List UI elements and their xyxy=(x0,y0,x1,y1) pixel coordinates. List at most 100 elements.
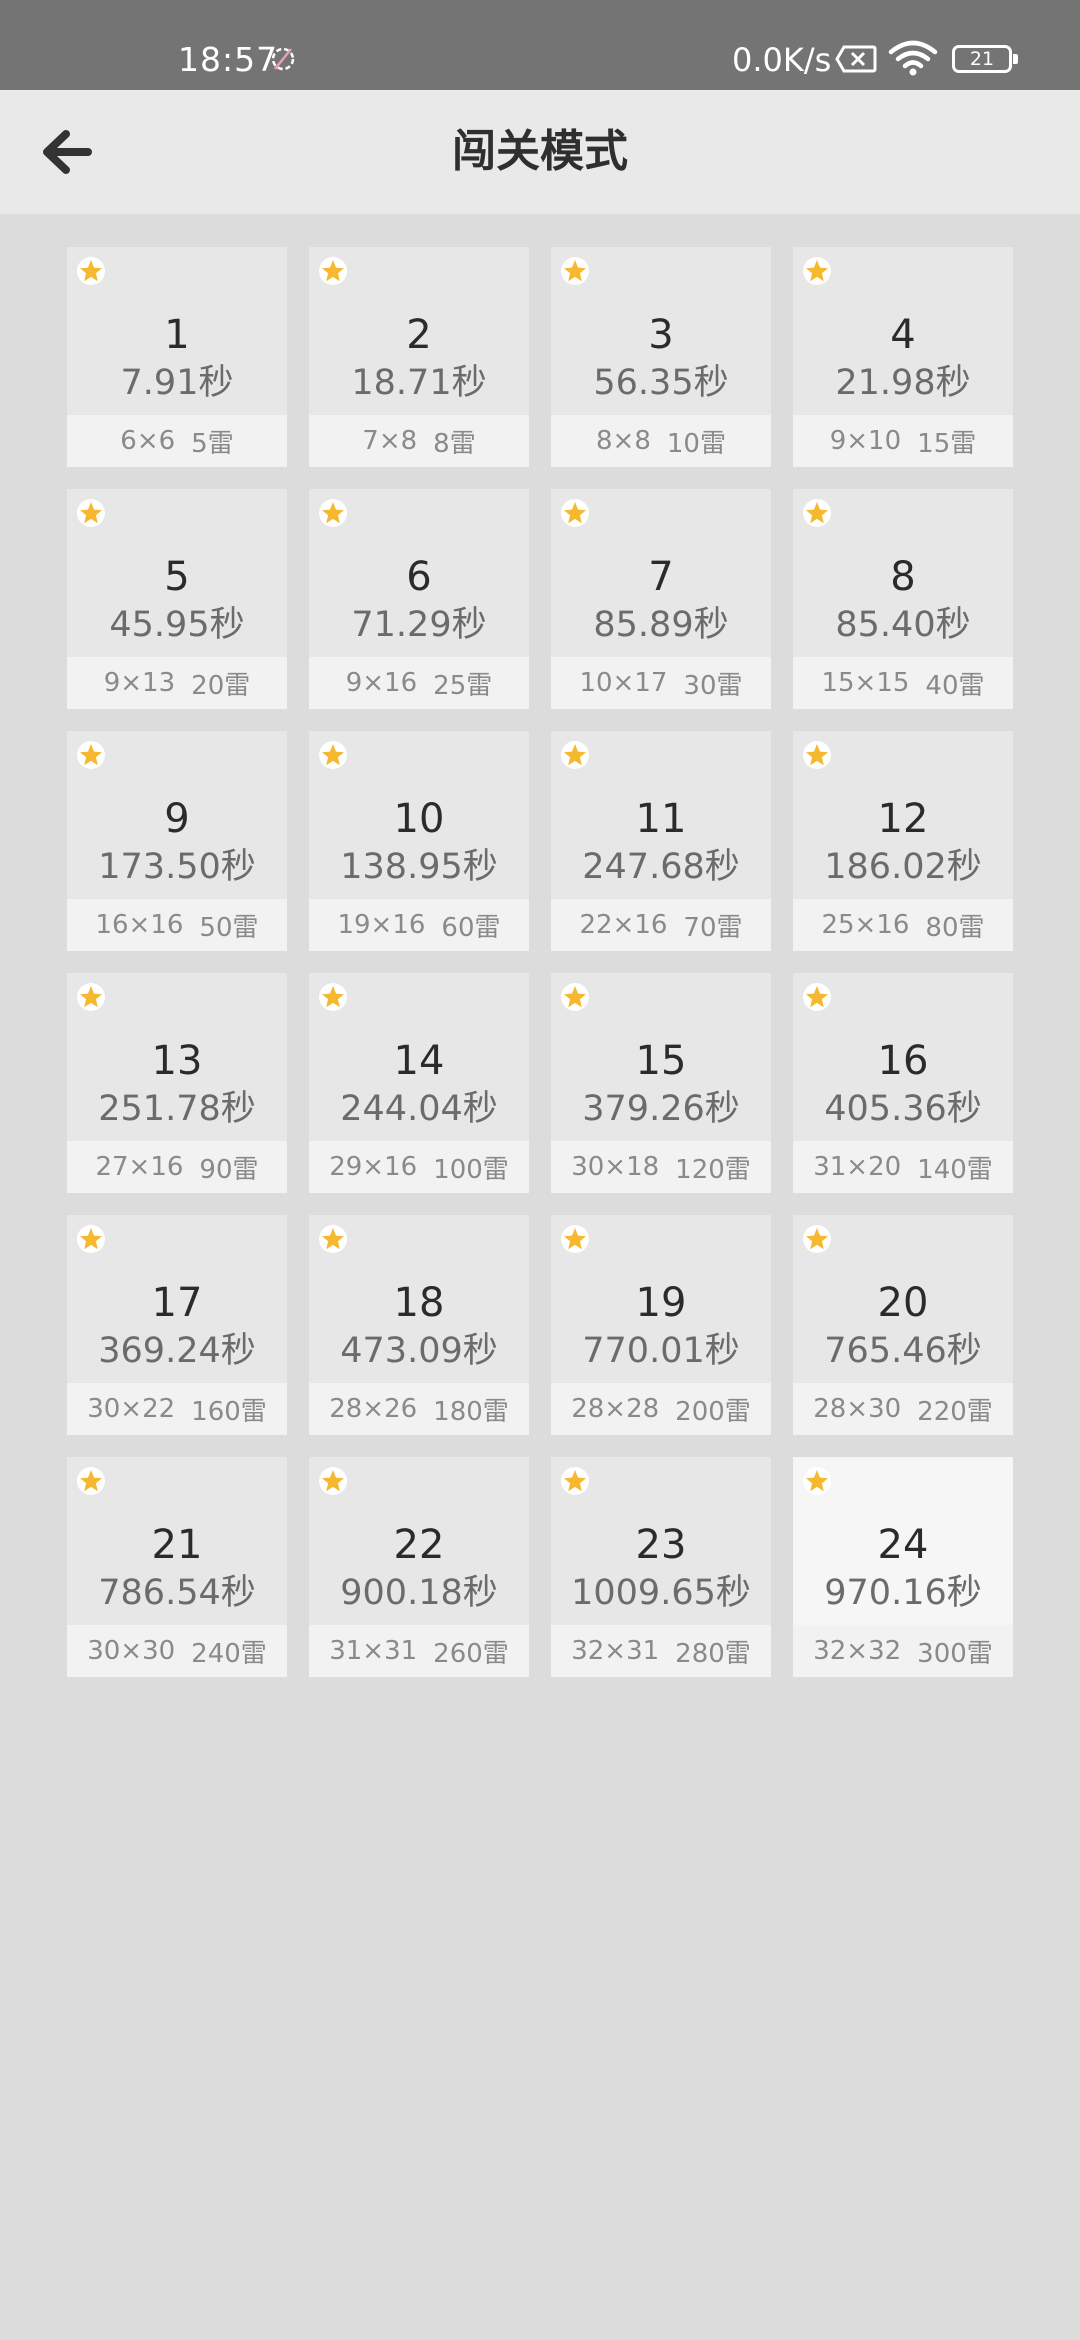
star-icon xyxy=(803,1467,831,1495)
level-card[interactable]: 6 71.29秒 9×16 25雷 xyxy=(309,489,529,709)
mine-count: 260雷 xyxy=(433,1638,509,1669)
star-icon xyxy=(77,1225,105,1253)
star-icon xyxy=(561,499,589,527)
level-number: 14 xyxy=(393,1038,445,1084)
board-size: 9×13 xyxy=(103,668,176,698)
level-card[interactable]: 11 247.68秒 22×16 70雷 xyxy=(551,731,771,951)
best-time: 970.16秒 xyxy=(824,1573,982,1613)
usb-debug-icon xyxy=(271,47,295,71)
mine-count: 5雷 xyxy=(191,428,234,459)
level-number: 9 xyxy=(164,796,190,842)
level-info: 22×16 70雷 xyxy=(551,899,771,951)
star-icon xyxy=(77,983,105,1011)
board-size: 28×28 xyxy=(571,1394,660,1424)
level-number: 18 xyxy=(393,1280,445,1326)
level-number: 1 xyxy=(164,312,190,358)
level-card[interactable]: 22 900.18秒 31×31 260雷 xyxy=(309,1457,529,1677)
level-number: 21 xyxy=(151,1522,203,1568)
level-info: 10×17 30雷 xyxy=(551,657,771,709)
level-card[interactable]: 7 85.89秒 10×17 30雷 xyxy=(551,489,771,709)
level-grid: 1 7.91秒 6×6 5雷 2 18.71秒 7×8 8雷 3 56.35秒 8×8 10雷 4 21.… xyxy=(67,247,1013,1677)
level-card[interactable]: 13 251.78秒 27×16 90雷 xyxy=(67,973,287,1193)
level-card[interactable]: 5 45.95秒 9×13 20雷 xyxy=(67,489,287,709)
app-bar: 闯关模式 xyxy=(0,90,1080,214)
best-time: 786.54秒 xyxy=(98,1573,256,1613)
star-icon xyxy=(319,257,347,285)
level-card[interactable]: 4 21.98秒 9×10 15雷 xyxy=(793,247,1013,467)
level-card[interactable]: 23 1009.65秒 32×31 280雷 xyxy=(551,1457,771,1677)
level-info: 6×6 5雷 xyxy=(67,415,287,467)
mine-count: 200雷 xyxy=(675,1396,751,1427)
level-card[interactable]: 1 7.91秒 6×6 5雷 xyxy=(67,247,287,467)
best-time: 405.36秒 xyxy=(824,1089,982,1129)
level-card[interactable]: 18 473.09秒 28×26 180雷 xyxy=(309,1215,529,1435)
board-size: 30×22 xyxy=(87,1394,176,1424)
level-card[interactable]: 12 186.02秒 25×16 80雷 xyxy=(793,731,1013,951)
level-number: 5 xyxy=(164,554,190,600)
wifi-icon xyxy=(888,40,938,76)
star-icon xyxy=(319,1225,347,1253)
level-info: 7×8 8雷 xyxy=(309,415,529,467)
mine-count: 15雷 xyxy=(917,428,977,459)
level-card[interactable]: 2 18.71秒 7×8 8雷 xyxy=(309,247,529,467)
mine-count: 220雷 xyxy=(917,1396,993,1427)
level-card[interactable]: 24 970.16秒 32×32 300雷 xyxy=(793,1457,1013,1677)
level-number: 13 xyxy=(151,1038,203,1084)
back-button[interactable] xyxy=(28,114,104,190)
best-time: 173.50秒 xyxy=(98,847,256,887)
board-size: 10×17 xyxy=(579,668,668,698)
level-number: 12 xyxy=(877,796,929,842)
mine-count: 140雷 xyxy=(917,1154,993,1185)
board-size: 27×16 xyxy=(95,1152,184,1182)
level-number: 20 xyxy=(877,1280,929,1326)
best-time: 369.24秒 xyxy=(98,1331,256,1371)
star-icon xyxy=(319,499,347,527)
status-time: 18:57 xyxy=(178,40,279,79)
page-title: 闯关模式 xyxy=(452,126,628,177)
best-time: 1009.65秒 xyxy=(571,1573,751,1613)
mine-count: 10雷 xyxy=(666,428,726,459)
mine-count: 160雷 xyxy=(191,1396,267,1427)
level-card[interactable]: 10 138.95秒 19×16 60雷 xyxy=(309,731,529,951)
mine-count: 240雷 xyxy=(191,1638,267,1669)
level-card[interactable]: 19 770.01秒 28×28 200雷 xyxy=(551,1215,771,1435)
best-time: 71.29秒 xyxy=(351,605,487,645)
board-size: 28×26 xyxy=(329,1394,418,1424)
battery-icon: 21 xyxy=(952,45,1020,75)
arrow-left-icon xyxy=(43,130,92,174)
board-size: 9×16 xyxy=(345,668,418,698)
star-icon xyxy=(77,741,105,769)
level-info: 9×10 15雷 xyxy=(793,415,1013,467)
level-card[interactable]: 9 173.50秒 16×16 50雷 xyxy=(67,731,287,951)
star-icon xyxy=(803,257,831,285)
level-card[interactable]: 14 244.04秒 29×16 100雷 xyxy=(309,973,529,1193)
best-time: 770.01秒 xyxy=(582,1331,740,1371)
level-card[interactable]: 16 405.36秒 31×20 140雷 xyxy=(793,973,1013,1193)
board-size: 32×32 xyxy=(813,1636,902,1666)
mine-count: 300雷 xyxy=(917,1638,993,1669)
board-size: 6×6 xyxy=(120,426,176,456)
level-card[interactable]: 8 85.40秒 15×15 40雷 xyxy=(793,489,1013,709)
board-size: 8×8 xyxy=(596,426,651,456)
level-card[interactable]: 15 379.26秒 30×18 120雷 xyxy=(551,973,771,1193)
level-info: 16×16 50雷 xyxy=(67,899,287,951)
board-size: 15×15 xyxy=(821,668,910,698)
level-card[interactable]: 20 765.46秒 28×30 220雷 xyxy=(793,1215,1013,1435)
board-size: 28×30 xyxy=(813,1394,902,1424)
level-number: 15 xyxy=(635,1038,687,1084)
star-icon xyxy=(561,983,589,1011)
best-time: 251.78秒 xyxy=(98,1089,256,1129)
level-info: 19×16 60雷 xyxy=(309,899,529,951)
star-icon xyxy=(561,1225,589,1253)
level-info: 9×13 20雷 xyxy=(67,657,287,709)
star-icon xyxy=(77,1467,105,1495)
star-icon xyxy=(319,741,347,769)
board-size: 30×18 xyxy=(571,1152,660,1182)
mine-count: 90雷 xyxy=(199,1154,259,1185)
board-size: 25×16 xyxy=(821,910,910,940)
level-card[interactable]: 17 369.24秒 30×22 160雷 xyxy=(67,1215,287,1435)
level-card[interactable]: 21 786.54秒 30×30 240雷 xyxy=(67,1457,287,1677)
level-card[interactable]: 3 56.35秒 8×8 10雷 xyxy=(551,247,771,467)
star-icon xyxy=(319,1467,347,1495)
level-number: 11 xyxy=(635,796,687,842)
